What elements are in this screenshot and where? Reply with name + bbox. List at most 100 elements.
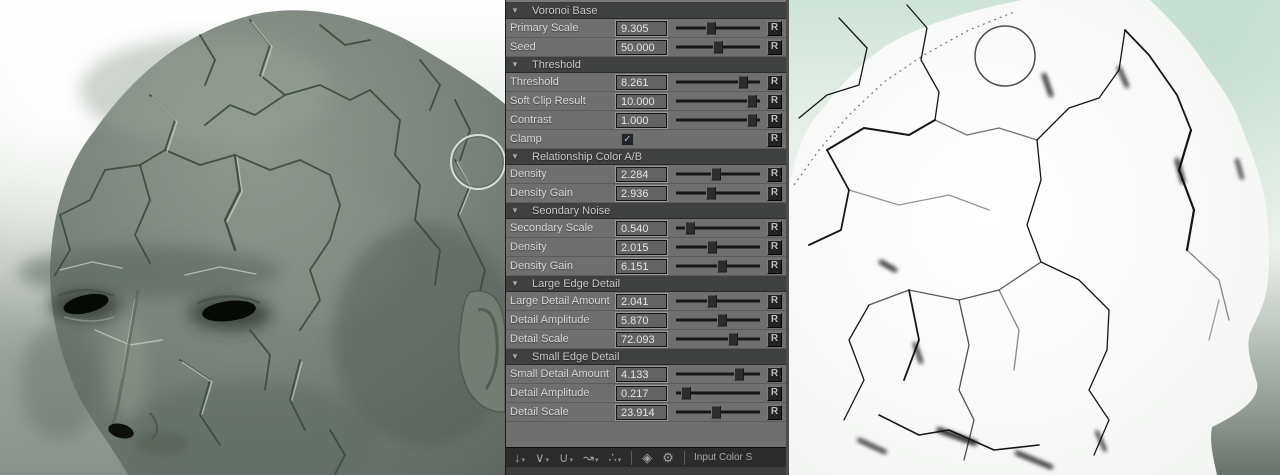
reset-button[interactable]: R [767, 40, 782, 55]
slider-knob[interactable] [711, 406, 721, 419]
param-slider[interactable] [676, 92, 760, 110]
reset-button[interactable]: R [767, 259, 782, 274]
param-value-field[interactable]: 0.540 [616, 221, 667, 236]
slider-knob[interactable] [717, 314, 727, 327]
param-slider[interactable] [676, 384, 760, 402]
section-title: Relationship Color A/B [532, 151, 642, 163]
section-header[interactable]: ▼Seondary Noise [506, 203, 786, 219]
param-value-field[interactable]: 50.000 [616, 40, 667, 55]
param-value-field[interactable]: 72.093 [616, 332, 667, 347]
gear-icon[interactable]: ⚙ [662, 450, 674, 466]
param-value-field[interactable]: 23.914 [616, 405, 667, 420]
reset-button[interactable]: R [767, 132, 782, 147]
param-row: Detail Scale72.093R [506, 330, 786, 349]
section-header[interactable]: ▼Large Edge Detail [506, 276, 786, 292]
collapse-triangle-icon[interactable]: ▼ [511, 6, 523, 15]
section-header[interactable]: ▼Threshold [506, 57, 786, 73]
param-slider[interactable] [676, 330, 760, 348]
slider-knob[interactable] [685, 222, 695, 235]
section-title: Voronoi Base [532, 5, 597, 17]
slider-knob[interactable] [747, 114, 757, 127]
slider-knob[interactable] [706, 187, 716, 200]
reset-button[interactable]: R [767, 94, 782, 109]
reset-button[interactable]: R [767, 186, 782, 201]
slider-knob[interactable] [713, 41, 723, 54]
slider-track[interactable] [676, 300, 760, 303]
section-header[interactable]: ▼Small Edge Detail [506, 349, 786, 365]
falloff-dots-icon[interactable]: ∴▾ [609, 450, 622, 466]
viewport-3d[interactable] [0, 0, 505, 475]
reset-button[interactable]: R [767, 240, 782, 255]
slider-knob[interactable] [717, 260, 727, 273]
param-label: Detail Scale [510, 406, 614, 418]
collapse-triangle-icon[interactable]: ▼ [511, 279, 523, 288]
param-slider[interactable] [676, 165, 760, 183]
param-slider[interactable] [676, 257, 760, 275]
param-value-field[interactable]: 2.284 [616, 167, 667, 182]
param-slider[interactable] [676, 38, 760, 56]
slider-knob[interactable] [738, 76, 748, 89]
section-header[interactable]: ▼ Voronoi Base [506, 3, 786, 19]
param-value-field[interactable]: 2.041 [616, 294, 667, 309]
slider-knob[interactable] [711, 168, 721, 181]
slider-track[interactable] [676, 27, 760, 30]
clamp-checkbox[interactable]: ✓ [621, 133, 634, 146]
reset-button[interactable]: R [767, 167, 782, 182]
falloff-down-icon[interactable]: ↓▾ [514, 450, 525, 466]
slider-track[interactable] [676, 373, 760, 376]
param-slider[interactable] [676, 238, 760, 256]
section-header[interactable]: ▼ Relationship Color A/B [506, 149, 786, 165]
param-slider[interactable] [676, 219, 760, 237]
slider-knob[interactable] [728, 333, 738, 346]
param-value-field[interactable]: 10.000 [616, 94, 667, 109]
panel-bottom-strip [506, 467, 786, 475]
reset-button[interactable]: R [767, 294, 782, 309]
slider-knob[interactable] [681, 387, 691, 400]
reset-button[interactable]: R [767, 21, 782, 36]
param-value-field[interactable]: 1.000 [616, 113, 667, 128]
param-slider[interactable] [676, 19, 760, 37]
param-label: Primary Scale [510, 22, 614, 34]
slider-knob[interactable] [734, 368, 744, 381]
texture-preview[interactable] [789, 0, 1280, 475]
reset-button[interactable]: R [767, 332, 782, 347]
param-slider[interactable] [676, 184, 760, 202]
param-slider[interactable] [676, 403, 760, 421]
collapse-triangle-icon[interactable]: ▼ [511, 352, 523, 361]
reset-button[interactable]: R [767, 367, 782, 382]
collapse-triangle-icon[interactable]: ▼ [511, 152, 523, 161]
reset-button[interactable]: R [767, 313, 782, 328]
param-value-field[interactable]: 2.015 [616, 240, 667, 255]
slider-track[interactable] [676, 338, 760, 341]
param-slider[interactable] [676, 111, 760, 129]
reset-button[interactable]: R [767, 221, 782, 236]
param-value-field[interactable]: 4.133 [616, 367, 667, 382]
param-slider[interactable] [676, 311, 760, 329]
param-value-field[interactable]: 9.305 [616, 21, 667, 36]
slider-knob[interactable] [707, 241, 717, 254]
slider-track[interactable] [676, 192, 760, 195]
reset-button[interactable]: R [767, 386, 782, 401]
param-value-field[interactable]: 0.217 [616, 386, 667, 401]
layers-icon[interactable]: ◈ [642, 450, 652, 466]
collapse-triangle-icon[interactable]: ▼ [511, 60, 523, 69]
slider-knob[interactable] [707, 295, 717, 308]
falloff-v-icon[interactable]: ∨▾ [535, 450, 549, 466]
param-slider[interactable] [676, 73, 760, 91]
reset-button[interactable]: R [767, 113, 782, 128]
reset-button[interactable]: R [767, 75, 782, 90]
param-value-field[interactable]: 6.151 [616, 259, 667, 274]
slider-knob[interactable] [706, 22, 716, 35]
param-slider[interactable] [676, 365, 760, 383]
slider-knob[interactable] [747, 95, 757, 108]
falloff-arc-icon[interactable]: ∪▾ [559, 450, 573, 466]
falloff-arc-icon: ∪ [559, 450, 569, 466]
slider-track[interactable] [676, 246, 760, 249]
reset-button[interactable]: R [767, 405, 782, 420]
param-value-field[interactable]: 5.870 [616, 313, 667, 328]
param-slider[interactable] [676, 292, 760, 310]
param-value-field[interactable]: 8.261 [616, 75, 667, 90]
param-value-field[interactable]: 2.936 [616, 186, 667, 201]
collapse-triangle-icon[interactable]: ▼ [511, 206, 523, 215]
falloff-squiggle-icon[interactable]: ↝▾ [583, 450, 598, 466]
